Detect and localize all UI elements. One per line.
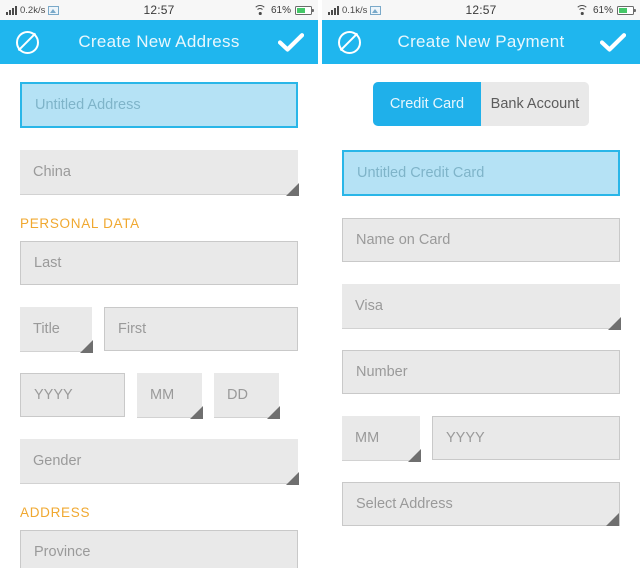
expiry-row: MM YYYY bbox=[342, 416, 620, 462]
address-title-placeholder: Untitled Address bbox=[35, 96, 141, 113]
card-number-placeholder: Number bbox=[356, 363, 408, 380]
card-title-placeholder: Untitled Credit Card bbox=[357, 164, 485, 181]
select-address-dropdown[interactable]: Select Address bbox=[342, 482, 620, 526]
right-panel-create-payment: 0.1k/s 12:57 61% Create New Payment Cred… bbox=[322, 0, 640, 568]
birth-day-value: DD bbox=[227, 386, 248, 403]
country-dropdown[interactable]: China bbox=[20, 150, 299, 196]
section-address: ADDRESS bbox=[20, 505, 91, 520]
navigation-bar: Create New Address bbox=[0, 20, 318, 64]
name-on-card-placeholder: Name on Card bbox=[356, 231, 451, 248]
chevron-corner-icon bbox=[80, 340, 93, 353]
cancel-button[interactable] bbox=[12, 27, 42, 57]
chevron-corner-icon bbox=[608, 317, 621, 330]
status-right-group: 61% bbox=[575, 4, 636, 16]
left-panel-create-address: 0.2k/s 12:57 61% Create New Address Unti… bbox=[0, 0, 318, 568]
cancel-button[interactable] bbox=[334, 27, 364, 57]
segment-credit-card[interactable]: Credit Card bbox=[373, 82, 481, 126]
birth-day-dropdown[interactable]: DD bbox=[214, 373, 280, 419]
card-type-dropdown[interactable]: Visa bbox=[342, 284, 621, 330]
first-name-input[interactable]: First bbox=[104, 307, 298, 351]
battery-percent-label: 61% bbox=[270, 4, 291, 16]
title-dropdown[interactable]: Title bbox=[20, 307, 93, 353]
title-first-row: Title First bbox=[20, 307, 298, 353]
card-number-input[interactable]: Number bbox=[342, 350, 620, 394]
country-value: China bbox=[33, 163, 71, 180]
ban-icon bbox=[15, 30, 39, 54]
last-name-input[interactable]: Last bbox=[20, 241, 298, 285]
battery-percent-label: 61% bbox=[592, 4, 613, 16]
page-title: Create New Payment bbox=[397, 32, 565, 51]
status-bar: 0.1k/s 12:57 61% bbox=[322, 0, 640, 20]
name-on-card-input[interactable]: Name on Card bbox=[342, 218, 620, 262]
province-input[interactable]: Province bbox=[20, 530, 298, 568]
status-right-group: 61% bbox=[253, 4, 314, 16]
card-title-input[interactable]: Untitled Credit Card bbox=[342, 150, 620, 196]
battery-icon bbox=[295, 5, 314, 15]
birth-year-input[interactable]: YYYY bbox=[20, 373, 125, 417]
expiry-month-value: MM bbox=[355, 429, 380, 446]
battery-icon bbox=[617, 5, 636, 15]
dual-phone-screenshot: 0.2k/s 12:57 61% Create New Address Unti… bbox=[0, 0, 640, 568]
expiry-year-input[interactable]: YYYY bbox=[432, 416, 620, 460]
payment-type-segmented-control[interactable]: Credit Card Bank Account bbox=[373, 82, 589, 126]
title-value: Title bbox=[33, 320, 60, 337]
select-address-value: Select Address bbox=[356, 495, 453, 512]
expiry-year-placeholder: YYYY bbox=[446, 429, 485, 446]
last-name-placeholder: Last bbox=[34, 254, 62, 271]
gender-value: Gender bbox=[33, 452, 82, 469]
status-bar: 0.2k/s 12:57 61% bbox=[0, 0, 318, 20]
confirm-button[interactable] bbox=[276, 27, 306, 57]
gender-dropdown[interactable]: Gender bbox=[20, 439, 299, 485]
card-type-value: Visa bbox=[355, 297, 383, 314]
birth-year-placeholder: YYYY bbox=[34, 386, 73, 403]
first-name-placeholder: First bbox=[118, 320, 147, 337]
form-body: Credit Card Bank Account Untitled Credit… bbox=[322, 82, 640, 526]
chevron-corner-icon bbox=[286, 183, 299, 196]
page-title: Create New Address bbox=[78, 32, 240, 51]
birthdate-row: YYYY MM DD bbox=[20, 373, 298, 419]
chevron-corner-icon bbox=[606, 513, 619, 526]
wifi-icon bbox=[253, 5, 267, 15]
section-personal-data: PERSONAL DATA bbox=[20, 216, 140, 231]
check-icon bbox=[278, 33, 304, 52]
expiry-month-dropdown[interactable]: MM bbox=[342, 416, 421, 462]
birth-month-value: MM bbox=[150, 386, 175, 403]
chevron-corner-icon bbox=[190, 406, 203, 419]
province-placeholder: Province bbox=[34, 543, 91, 560]
address-title-input[interactable]: Untitled Address bbox=[20, 82, 298, 128]
segment-bank-account[interactable]: Bank Account bbox=[481, 82, 589, 126]
form-body: Untitled Address China PERSONAL DATA Las… bbox=[0, 64, 318, 568]
chevron-corner-icon bbox=[408, 449, 421, 462]
navigation-bar: Create New Payment bbox=[322, 20, 640, 64]
chevron-corner-icon bbox=[286, 472, 299, 485]
check-icon bbox=[600, 33, 626, 52]
ban-icon bbox=[337, 30, 361, 54]
birth-month-dropdown[interactable]: MM bbox=[137, 373, 203, 419]
confirm-button[interactable] bbox=[598, 27, 628, 57]
wifi-icon bbox=[575, 5, 589, 15]
chevron-corner-icon bbox=[267, 406, 280, 419]
